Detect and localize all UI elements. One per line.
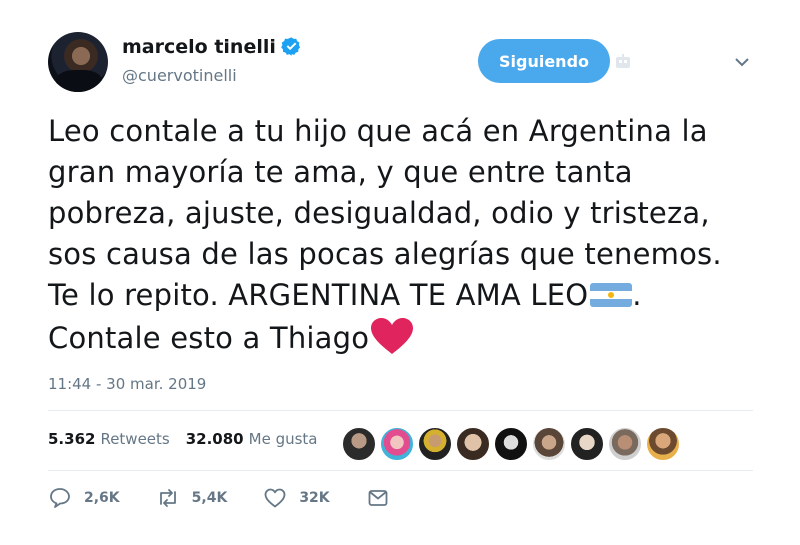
retweets-count: 5.362 (48, 430, 96, 448)
tweet-line: sos causa de las pocas alegrías que tene… (48, 237, 722, 271)
retweet-icon[interactable] (156, 486, 180, 510)
retweet-count: 5,4K (191, 490, 228, 506)
divider (48, 410, 753, 411)
action-bar: 2,6K 5,4K 32K (48, 486, 426, 510)
liker-avatar[interactable] (646, 427, 680, 461)
likes-count: 32.080 (185, 430, 244, 448)
red-heart-icon (371, 318, 414, 354)
tweet-line-text: . (632, 278, 642, 312)
liker-avatar[interactable] (608, 427, 642, 461)
user-name[interactable]: marcelo tinelli (122, 36, 276, 58)
reply-icon[interactable] (48, 486, 72, 510)
user-handle[interactable]: @cuervotinelli (122, 66, 237, 85)
divider (48, 470, 753, 471)
tweet-line: pobreza, ajuste, desigualdad, odio y tri… (48, 196, 710, 230)
avatar[interactable] (48, 32, 108, 92)
retweets-stat[interactable]: 5.362 Retweets (48, 430, 170, 448)
argentina-flag-icon (590, 283, 633, 307)
like-icon[interactable] (263, 486, 287, 510)
tweet-line-text: Contale esto a Thiago (48, 321, 370, 355)
tweet-line: Leo contale a tu hijo que acá en Argenti… (48, 114, 708, 148)
message-action[interactable] (366, 486, 390, 510)
retweet-action[interactable]: 5,4K (156, 486, 228, 510)
retweets-label: Retweets (100, 430, 170, 448)
message-icon[interactable] (366, 486, 390, 510)
bot-icon[interactable] (614, 54, 632, 70)
reply-action[interactable]: 2,6K (48, 486, 120, 510)
liker-avatar[interactable] (570, 427, 604, 461)
likes-stat[interactable]: 32.080 Me gusta (186, 430, 318, 448)
chevron-down-icon[interactable] (733, 55, 751, 69)
like-action[interactable]: 32K (263, 486, 330, 510)
liker-avatar[interactable] (380, 427, 414, 461)
liker-avatar[interactable] (532, 427, 566, 461)
engagement-stats: 5.362 Retweets 32.080 Me gusta (48, 430, 327, 448)
liker-avatar[interactable] (342, 427, 376, 461)
tweet-line-text: Te lo repito. ARGENTINA TE AMA LEO (48, 278, 589, 312)
tweet-line: gran mayoría te ama, y que entre tanta (48, 155, 633, 189)
liker-avatar[interactable] (494, 427, 528, 461)
reply-count: 2,6K (84, 490, 120, 506)
likers-avatars (342, 427, 680, 461)
verified-badge-icon (281, 37, 301, 56)
tweet-text: Leo contale a tu hijo que acá en Argenti… (48, 111, 768, 359)
tweet-line: Te lo repito. ARGENTINA TE AMA LEO . (48, 275, 768, 316)
tweet-timestamp[interactable]: 11:44 - 30 mar. 2019 (48, 375, 206, 393)
likes-label: Me gusta (248, 430, 318, 448)
like-count: 32K (299, 490, 330, 506)
tweet-line: Contale esto a Thiago (48, 316, 768, 359)
liker-avatar[interactable] (418, 427, 452, 461)
following-button[interactable]: Siguiendo (478, 39, 610, 83)
liker-avatar[interactable] (456, 427, 490, 461)
